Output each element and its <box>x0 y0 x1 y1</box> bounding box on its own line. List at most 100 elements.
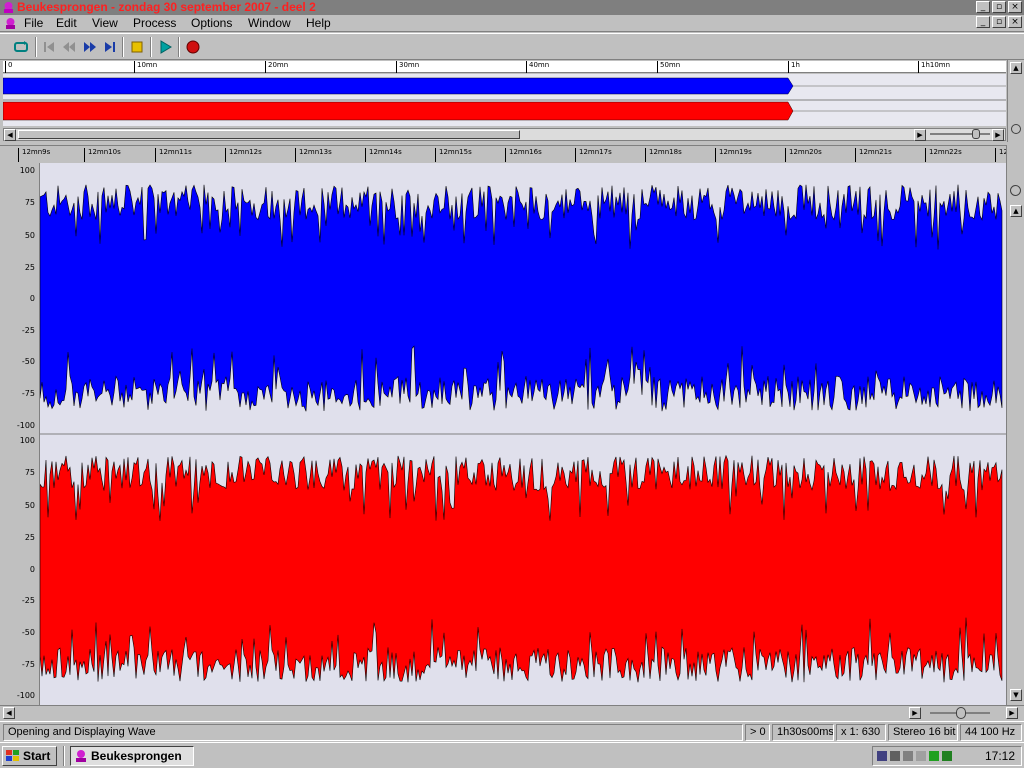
scroll-left-icon[interactable]: ◀ <box>4 129 16 141</box>
scroll-up-icon[interactable]: ▲ <box>1010 205 1022 217</box>
scroll-right-icon[interactable]: ▶ <box>914 129 926 141</box>
zoom-handle[interactable] <box>956 707 966 719</box>
loop-icon <box>14 41 28 52</box>
overview-scrollbar[interactable]: ◀ ▶ ▶ <box>3 128 1006 141</box>
ruler-label: 12mn9s <box>18 148 50 162</box>
ruler-label: 12mn12s <box>225 148 262 162</box>
fast-forward-button[interactable] <box>79 36 101 58</box>
start-button[interactable]: Start <box>2 746 57 766</box>
overview-vscroll-knob[interactable] <box>1011 124 1021 134</box>
left-channel-waveform <box>40 184 1003 412</box>
overview-zoom-slider[interactable] <box>930 133 990 135</box>
rewind-button[interactable] <box>58 36 80 58</box>
play-button[interactable] <box>154 36 176 58</box>
y-label: 0 <box>29 294 35 303</box>
y-label: 25 <box>24 263 35 272</box>
menu-file[interactable]: File <box>22 16 45 31</box>
y-label: 50 <box>24 231 35 240</box>
y-label: -75 <box>21 389 35 398</box>
y-label: -50 <box>21 357 35 366</box>
status-duration: 1h30s00ms <box>772 724 834 741</box>
ruler-label: 12mn10s <box>84 148 121 162</box>
amplitude-axis: 100 75 50 25 0 -25 -50 -75 -100 100 75 5… <box>0 163 40 705</box>
ruler-label: 12mn21s <box>855 148 892 162</box>
overview-ruler-label: 50mn <box>657 61 680 73</box>
fast-forward-icon <box>84 42 96 52</box>
y-label: -50 <box>21 628 35 637</box>
clock: 17:12 <box>984 749 1015 763</box>
scroll-right-icon[interactable]: ▶ <box>909 707 921 719</box>
doc-maximize-button[interactable]: ▫ <box>992 16 1006 28</box>
app-icon <box>4 2 13 13</box>
maximize-button[interactable]: ▫ <box>992 1 1006 13</box>
y-label: 75 <box>24 468 35 477</box>
title-bar: Beukesprongen - zondag 30 september 2007… <box>0 0 1024 15</box>
y-label: 50 <box>24 501 35 510</box>
go-start-button[interactable] <box>38 36 60 58</box>
menu-help[interactable]: Help <box>304 16 333 31</box>
overview-zoom-handle[interactable] <box>972 129 980 139</box>
overview-ruler-label: 10mn <box>134 61 157 73</box>
overview-ruler-label: 30mn <box>396 61 419 73</box>
menu-process[interactable]: Process <box>131 16 178 31</box>
ruler-label: 12mn13s <box>295 148 332 162</box>
status-bar: Opening and Displaying Wave > 0 1h30s00m… <box>0 721 1024 742</box>
status-rate: 44 100 Hz <box>960 724 1022 741</box>
waveform-canvas[interactable] <box>40 163 1006 705</box>
menu-options[interactable]: Options <box>189 16 234 31</box>
close-button[interactable]: × <box>1008 1 1022 13</box>
right-channel-waveform <box>40 454 1003 683</box>
y-label: -100 <box>16 421 35 430</box>
ruler-label: 12mn19s <box>715 148 752 162</box>
toolbar <box>0 33 1024 60</box>
overview-ruler-label: 0 <box>5 61 12 73</box>
vertical-zoom-knob[interactable] <box>1010 185 1021 196</box>
stop-button[interactable] <box>126 36 148 58</box>
overview-panel: 0 10mn 20mn 30mn 40mn 50mn 1h 1h10mn ◀ ▶… <box>0 60 1024 142</box>
y-label: -75 <box>21 660 35 669</box>
window-title: Beukesprongen - zondag 30 september 2007… <box>17 0 316 14</box>
taskbar-item-beukesprongen[interactable]: Beukesprongen <box>70 746 194 766</box>
vertical-scrollbar[interactable]: ▲ ▼ <box>1006 145 1024 705</box>
windows-logo-icon <box>6 750 19 761</box>
rewind-icon <box>63 42 75 52</box>
status-position: > 0 <box>745 724 770 741</box>
zoom-right-icon[interactable]: ▶ <box>992 129 1004 141</box>
overview-right-channel <box>3 101 794 121</box>
minimize-button[interactable]: _ <box>976 1 990 13</box>
menu-edit[interactable]: Edit <box>54 16 79 31</box>
y-label: 0 <box>29 565 35 574</box>
ruler-label: 12mn14s <box>365 148 402 162</box>
overview-scroll-thumb[interactable] <box>18 130 520 139</box>
overview-ruler: 0 10mn 20mn 30mn 40mn 50mn 1h 1h10mn <box>3 61 1006 73</box>
y-label: 100 <box>19 166 35 175</box>
horizontal-scrollbar[interactable]: ◀ ▶ ▶ <box>0 705 1024 721</box>
zoom-right-icon[interactable]: ▶ <box>1006 707 1018 719</box>
stop-icon <box>131 41 143 53</box>
play-icon <box>160 40 172 54</box>
ruler-label: 12mn16s <box>505 148 542 162</box>
menu-window[interactable]: Window <box>246 16 293 31</box>
waveform-area[interactable]: 100 75 50 25 0 -25 -50 -75 -100 100 75 5… <box>0 163 1006 705</box>
scroll-left-icon[interactable]: ◀ <box>3 707 15 719</box>
ruler-label: 12mn15s <box>435 148 472 162</box>
y-label: -25 <box>21 596 35 605</box>
record-button[interactable] <box>182 36 204 58</box>
ruler-label: 12mn18s <box>645 148 682 162</box>
doc-minimize-button[interactable]: _ <box>976 16 990 28</box>
scroll-down-icon[interactable]: ▼ <box>1010 689 1022 701</box>
loop-button[interactable] <box>10 36 32 58</box>
overview-ruler-label: 40mn <box>526 61 549 73</box>
go-end-button[interactable] <box>99 36 121 58</box>
taskbar: Start Beukesprongen 17:12 <box>0 742 1024 768</box>
y-label: 100 <box>19 436 35 445</box>
document-icon[interactable] <box>4 17 17 30</box>
ruler-label: 12mn22s <box>925 148 962 162</box>
status-zoom: x 1: 630 <box>836 724 886 741</box>
menu-view[interactable]: View <box>90 16 120 31</box>
overview-vscroll[interactable]: ▲ <box>1007 60 1024 142</box>
doc-close-button[interactable]: × <box>1008 16 1022 28</box>
scroll-up-icon[interactable]: ▲ <box>1010 62 1022 74</box>
tray-icons[interactable] <box>877 749 957 763</box>
overview-waveform[interactable] <box>3 74 1006 126</box>
